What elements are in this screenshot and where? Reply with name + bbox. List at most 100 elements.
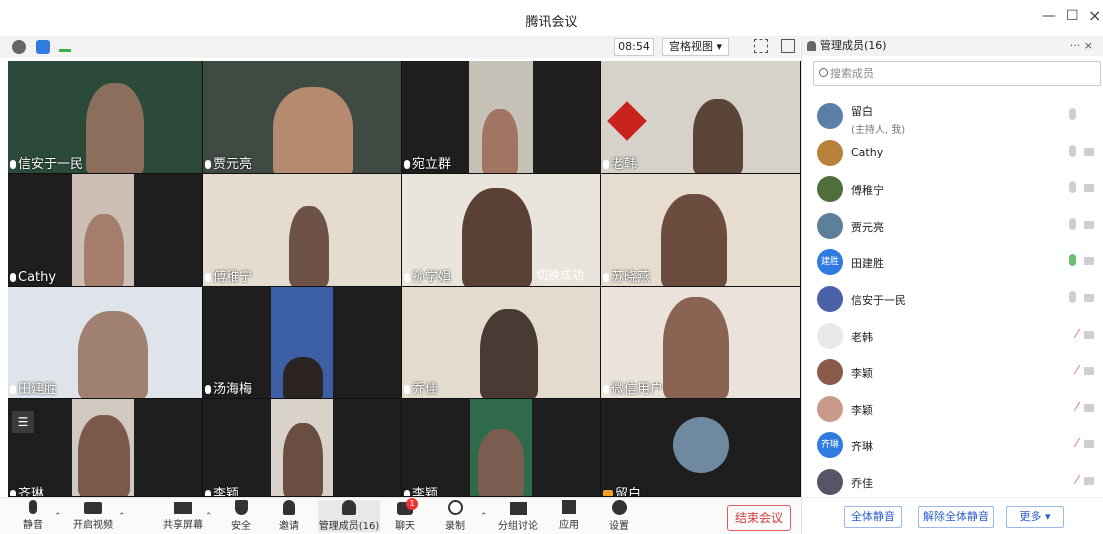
- member-row[interactable]: 留白 (主持人, 我): [802, 99, 1103, 136]
- camera-icon[interactable]: [1084, 184, 1094, 193]
- member-row[interactable]: 老韩 ⁄: [802, 319, 1103, 355]
- participant-video: [283, 357, 323, 398]
- panel-more-close[interactable]: ··· ×: [1070, 36, 1093, 56]
- member-row[interactable]: 傅稚宁: [802, 172, 1103, 208]
- camera-icon[interactable]: [1084, 294, 1094, 302]
- share-screen-button[interactable]: 共享屏幕: [160, 500, 206, 531]
- record-icon: [447, 500, 463, 515]
- mic-muted-icon[interactable]: ⁄: [1076, 363, 1078, 377]
- maximize-button[interactable]: ☐: [1066, 8, 1079, 24]
- invite-button[interactable]: 邀请: [276, 500, 302, 532]
- mute-button[interactable]: 静音: [20, 500, 46, 531]
- video-tile[interactable]: 微信用户: [601, 287, 801, 399]
- video-tile[interactable]: Cathy: [8, 174, 203, 287]
- camera-icon[interactable]: [1084, 403, 1094, 412]
- meeting-toolbar: 静音 ⌃ 开启视频 ⌃ 共享屏幕 ⌃ 安全 邀请 管理成员(16) 聊天 1 录…: [0, 497, 800, 534]
- video-tile[interactable]: 乔佳: [402, 287, 601, 399]
- member-row[interactable]: 齐琳 齐琳 ⁄: [802, 428, 1103, 464]
- member-row[interactable]: 建胜 田建胜: [802, 245, 1103, 281]
- mic-icon[interactable]: [1069, 217, 1076, 230]
- more-button[interactable]: 更多 ▾: [1006, 506, 1064, 528]
- video-tile[interactable]: 傅稚宁: [203, 174, 402, 287]
- member-search-input[interactable]: 搜索成员: [813, 61, 1101, 86]
- share-options-caret[interactable]: ⌃: [205, 512, 213, 522]
- member-row[interactable]: 信安于一民: [802, 282, 1103, 318]
- audio-options-caret[interactable]: ⌃: [54, 512, 62, 522]
- video-tile[interactable]: 老韩: [601, 61, 801, 174]
- camera-icon[interactable]: [1084, 220, 1094, 229]
- participant-video: [84, 214, 124, 286]
- member-row[interactable]: 李颖 ⁄: [802, 355, 1103, 391]
- video-options-caret[interactable]: ⌃: [118, 512, 126, 522]
- chat-button[interactable]: 聊天 1: [392, 498, 418, 532]
- camera-icon[interactable]: [1084, 367, 1094, 376]
- video-tile[interactable]: 信安于一民: [8, 61, 203, 174]
- participant-video: [78, 311, 148, 398]
- record-options-caret[interactable]: ⌃: [480, 512, 488, 522]
- video-off-icon: [84, 502, 102, 514]
- mic-muted-icon[interactable]: ⁄: [1076, 436, 1078, 450]
- video-tile[interactable]: 汤海梅: [203, 287, 402, 399]
- end-meeting-button[interactable]: 结束会议: [727, 505, 791, 531]
- layout-icon[interactable]: [781, 39, 795, 53]
- record-button[interactable]: 录制: [442, 500, 468, 532]
- unmute-all-button[interactable]: 解除全体静音: [918, 506, 994, 528]
- security-button[interactable]: 安全: [228, 500, 254, 532]
- mic-muted-icon[interactable]: ⁄: [1076, 327, 1078, 341]
- tile-name: 留白: [603, 483, 641, 496]
- grid-view-button[interactable]: 宫格视图 ▾: [662, 38, 730, 56]
- mic-icon[interactable]: [1069, 108, 1076, 120]
- apps-icon: [562, 500, 576, 514]
- member-row[interactable]: 李颖 ⁄: [802, 392, 1103, 428]
- camera-icon[interactable]: [1084, 477, 1094, 485]
- member-name: Cathy: [851, 145, 884, 159]
- video-tile[interactable]: 李颖: [402, 399, 601, 497]
- mic-muted-icon[interactable]: ⁄: [1076, 473, 1078, 487]
- manage-members-button[interactable]: 管理成员(16): [318, 500, 380, 532]
- member-name: 李颖: [851, 403, 873, 417]
- video-tile[interactable]: 留白: [601, 399, 801, 497]
- video-tile[interactable]: 田建胜: [8, 287, 203, 399]
- fullscreen-icon[interactable]: [754, 39, 768, 53]
- video-tile[interactable]: 贾元亮: [203, 61, 402, 174]
- video-tile[interactable]: 宛立群: [402, 61, 601, 174]
- camera-icon[interactable]: [1084, 440, 1094, 449]
- panel-title: 管理成员(16): [820, 39, 887, 52]
- avatar: [817, 469, 843, 495]
- camera-icon[interactable]: [1084, 147, 1094, 156]
- mic-muted-icon[interactable]: ⁄: [1076, 400, 1078, 414]
- breakout-rooms-button[interactable]: 分组讨论: [496, 500, 540, 532]
- avatar: 建胜: [817, 249, 843, 276]
- tile-name: 李颖: [404, 483, 438, 496]
- video-tile[interactable]: ☰ 齐琳: [8, 399, 203, 497]
- mute-all-button[interactable]: 全体静音: [844, 506, 902, 528]
- mic-icon[interactable]: [1069, 254, 1076, 267]
- camera-icon[interactable]: [1084, 257, 1094, 266]
- member-row[interactable]: Cathy: [802, 136, 1103, 172]
- tile-name: 李颖: [205, 483, 239, 496]
- info-icon[interactable]: [12, 40, 26, 54]
- mic-icon[interactable]: [1069, 144, 1076, 157]
- participant-video: [663, 297, 729, 398]
- participant-video: [482, 109, 518, 173]
- camera-icon[interactable]: [1084, 330, 1094, 339]
- video-grid: 信安于一民 贾元亮 宛立群 老韩 Cathy 傅稚宁 孙学娟 苏晓燕 田建胜 汤…: [8, 61, 801, 497]
- apps-button[interactable]: 应用: [556, 500, 582, 531]
- shield-icon[interactable]: [36, 40, 50, 54]
- signal-icon[interactable]: [59, 40, 71, 52]
- close-button[interactable]: ×: [1088, 6, 1101, 25]
- settings-button[interactable]: 设置: [606, 500, 632, 532]
- participant-video: [86, 83, 144, 173]
- gear-icon: [611, 500, 627, 515]
- member-row[interactable]: 贾元亮: [802, 209, 1103, 245]
- video-tile[interactable]: 苏晓燕: [601, 174, 801, 287]
- minimize-button[interactable]: —: [1042, 8, 1056, 24]
- member-row[interactable]: 乔佳 ⁄: [802, 465, 1103, 501]
- start-video-button[interactable]: 开启视频: [70, 500, 116, 531]
- meeting-info-bar: 08:54 宫格视图 ▾: [0, 36, 800, 58]
- mic-icon[interactable]: [1069, 181, 1076, 194]
- video-tile[interactable]: 李颖: [203, 399, 402, 497]
- mic-icon[interactable]: [1069, 291, 1076, 303]
- add-user-icon: [283, 500, 295, 515]
- list-icon[interactable]: ☰: [12, 411, 34, 433]
